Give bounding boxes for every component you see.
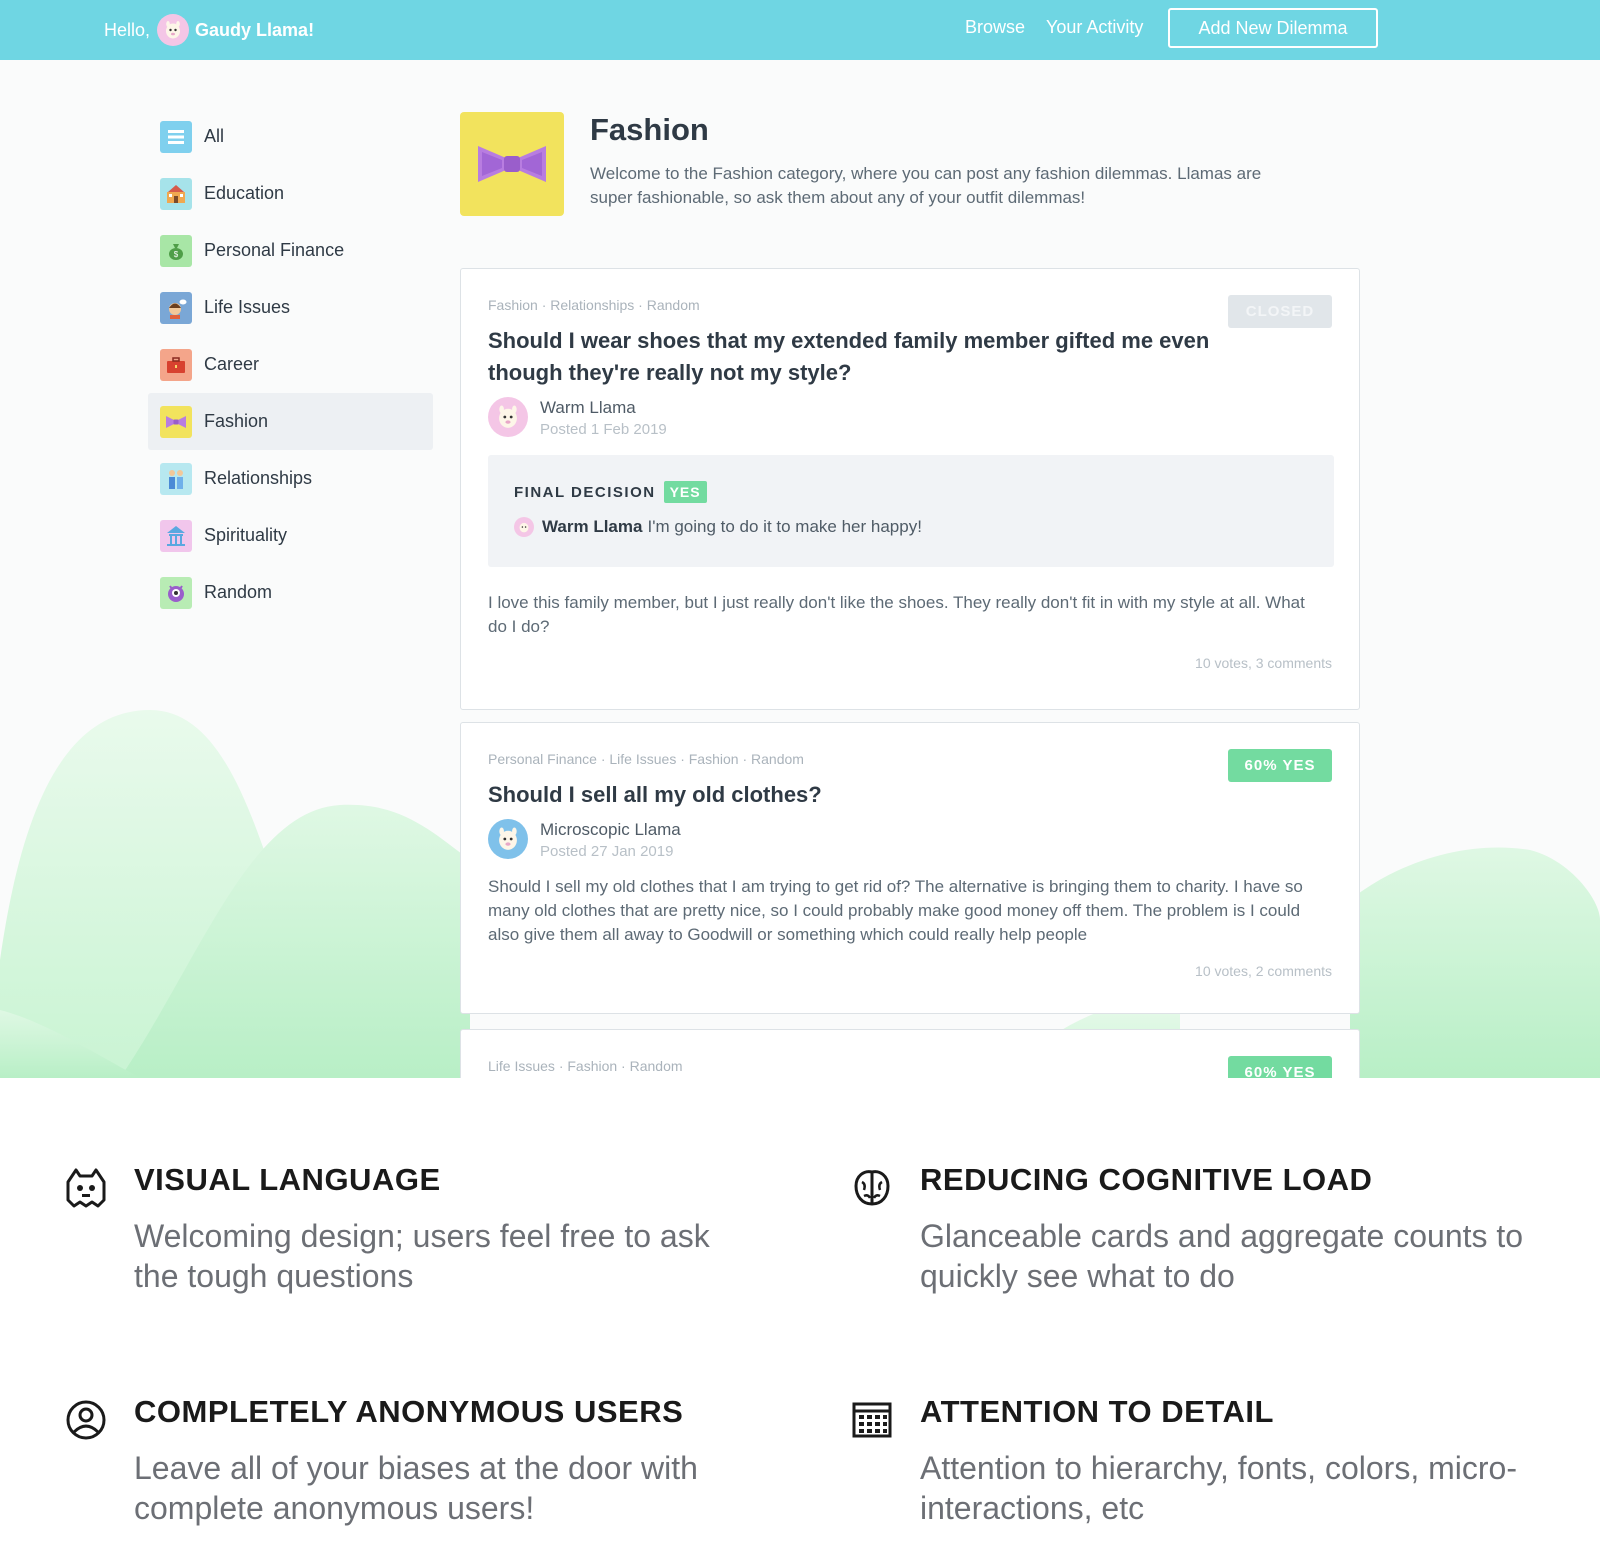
decision-author: Warm Llama xyxy=(542,517,643,536)
post-date: Posted 1 Feb 2019 xyxy=(540,421,667,438)
sidebar-item-label: Fashion xyxy=(204,411,269,431)
llama-face-icon xyxy=(499,827,517,850)
sidebar-item-label: All xyxy=(204,126,225,146)
sidebar-item-relationships[interactable]: Relationships xyxy=(148,450,433,507)
your-activity-link[interactable]: Your Activity xyxy=(1046,17,1143,38)
author-name: Microscopic Llama xyxy=(540,820,681,839)
app-screen: All Education $ Personal Finance Life Is… xyxy=(0,60,1600,1078)
sidebar-item-label: Life Issues xyxy=(204,297,291,317)
final-decision-label: FINAL DECISION YES xyxy=(514,481,707,503)
avatar xyxy=(514,517,534,537)
browse-link[interactable]: Browse xyxy=(965,17,1025,38)
status-badge: CLOSED xyxy=(1228,295,1332,328)
feature-text: Attention to hierarchy, fonts, colors, m… xyxy=(920,1450,1517,1526)
bow-tie-icon xyxy=(160,405,192,438)
user-avatar[interactable] xyxy=(157,14,190,46)
post-counts: 10 votes, 3 comments xyxy=(1195,655,1332,671)
user-name: Gaudy Llama! xyxy=(195,19,315,40)
post-tags: Fashion · Relationships · Random xyxy=(488,297,700,313)
post-title[interactable]: Should I sell all my old clothes? xyxy=(488,779,1248,811)
sidebar-item-label: Spirituality xyxy=(204,525,288,545)
sidebar-item-fashion[interactable]: Fashion xyxy=(148,393,433,450)
sidebar-item-education[interactable]: Education xyxy=(148,165,433,222)
add-new-dilemma-button[interactable]: Add New Dilemma xyxy=(1168,8,1378,48)
llama-face-icon xyxy=(519,522,529,533)
user-greeting: Hello, Gaudy Llama! xyxy=(104,14,314,46)
dilemma-card[interactable]: Personal Finance · Life Issues · Fashion… xyxy=(460,722,1360,1014)
decision-comment: Warm Llama I'm going to do it to make he… xyxy=(514,517,922,537)
temple-icon xyxy=(160,519,192,552)
dilemma-card[interactable]: Fashion · Relationships · Random CLOSED … xyxy=(460,268,1360,710)
avatar xyxy=(488,819,528,859)
sidebar-item-all[interactable]: All xyxy=(148,108,433,165)
brain-icon xyxy=(854,1170,890,1206)
greeting-text: Hello, xyxy=(104,19,151,40)
llama-face-icon xyxy=(499,405,517,428)
top-navigation-bar: Hello, Gaudy Llama! Browse Your Activity… xyxy=(0,0,1600,60)
post-tags: Personal Finance · Life Issues · Fashion… xyxy=(488,751,804,767)
decision-label-text: FINAL DECISION xyxy=(514,483,656,501)
category-description: Welcome to the Fashion category, where y… xyxy=(590,164,1262,207)
post-body: I love this family member, but I just re… xyxy=(488,593,1305,636)
llama-face-icon xyxy=(166,21,181,39)
svg-text:$: $ xyxy=(174,250,179,259)
decision-yes-badge: YES xyxy=(663,481,707,503)
status-badge: 60% YES xyxy=(1228,749,1332,782)
post-author: Warm Llama Posted 1 Feb 2019 xyxy=(488,397,667,441)
sidebar-item-label: Personal Finance xyxy=(204,240,345,260)
post-body: Should I sell my old clothes that I am t… xyxy=(488,877,1303,944)
post-tags: Life Issues · Fashion · Random xyxy=(488,1058,683,1074)
bow-tie-icon xyxy=(460,112,564,216)
avatar xyxy=(488,397,528,437)
status-badge: 60% YES xyxy=(1228,1056,1332,1078)
feature-title: REDUCING COGNITIVE LOAD xyxy=(920,1162,1373,1197)
grid-detail-icon xyxy=(852,1402,892,1438)
feature-text: Leave all of your biases at the door wit… xyxy=(134,1450,698,1526)
thinking-person-icon xyxy=(160,291,192,324)
sidebar-item-spirituality[interactable]: Spirituality xyxy=(148,507,433,564)
sidebar-item-career[interactable]: Career xyxy=(148,336,433,393)
sidebar-item-personal-finance[interactable]: $ Personal Finance xyxy=(148,222,433,279)
feature-title: COMPLETELY ANONYMOUS USERS xyxy=(134,1394,684,1429)
feature-title: VISUAL LANGUAGE xyxy=(134,1162,441,1197)
category-sidebar: All Education $ Personal Finance Life Is… xyxy=(148,108,433,621)
list-icon xyxy=(160,120,192,153)
decision-text: I'm going to do it to make her happy! xyxy=(647,517,922,536)
post-counts: 10 votes, 2 comments xyxy=(1195,963,1332,979)
page-title: Fashion xyxy=(590,112,709,147)
sidebar-item-life-issues[interactable]: Life Issues xyxy=(148,279,433,336)
monster-outline-icon xyxy=(66,1168,106,1208)
sidebar-item-label: Career xyxy=(204,354,260,374)
sidebar-item-random[interactable]: Random xyxy=(148,564,433,621)
post-author: Microscopic Llama Posted 27 Jan 2019 xyxy=(488,819,681,863)
feature-title: ATTENTION TO DETAIL xyxy=(920,1394,1274,1429)
final-decision-box: FINAL DECISION YES Warm Llama I'm going … xyxy=(488,455,1334,567)
school-icon xyxy=(160,177,192,210)
money-bag-icon: $ xyxy=(160,234,192,267)
sidebar-item-label: Relationships xyxy=(204,468,313,488)
couple-icon xyxy=(160,462,192,495)
monster-icon xyxy=(160,576,192,609)
anonymous-user-icon xyxy=(66,1400,106,1440)
author-name: Warm Llama xyxy=(540,398,636,417)
feature-text: Glanceable cards and aggregate counts to… xyxy=(920,1218,1524,1294)
briefcase-icon xyxy=(160,348,192,381)
dilemma-card[interactable]: Life Issues · Fashion · Random 60% YES xyxy=(460,1029,1360,1078)
sidebar-item-label: Random xyxy=(204,582,273,602)
sidebar-item-label: Education xyxy=(204,183,285,203)
post-title[interactable]: Should I wear shoes that my extended fam… xyxy=(488,325,1248,389)
feature-text: Welcoming design; users feel free to ask… xyxy=(134,1218,710,1294)
post-date: Posted 27 Jan 2019 xyxy=(540,843,674,860)
